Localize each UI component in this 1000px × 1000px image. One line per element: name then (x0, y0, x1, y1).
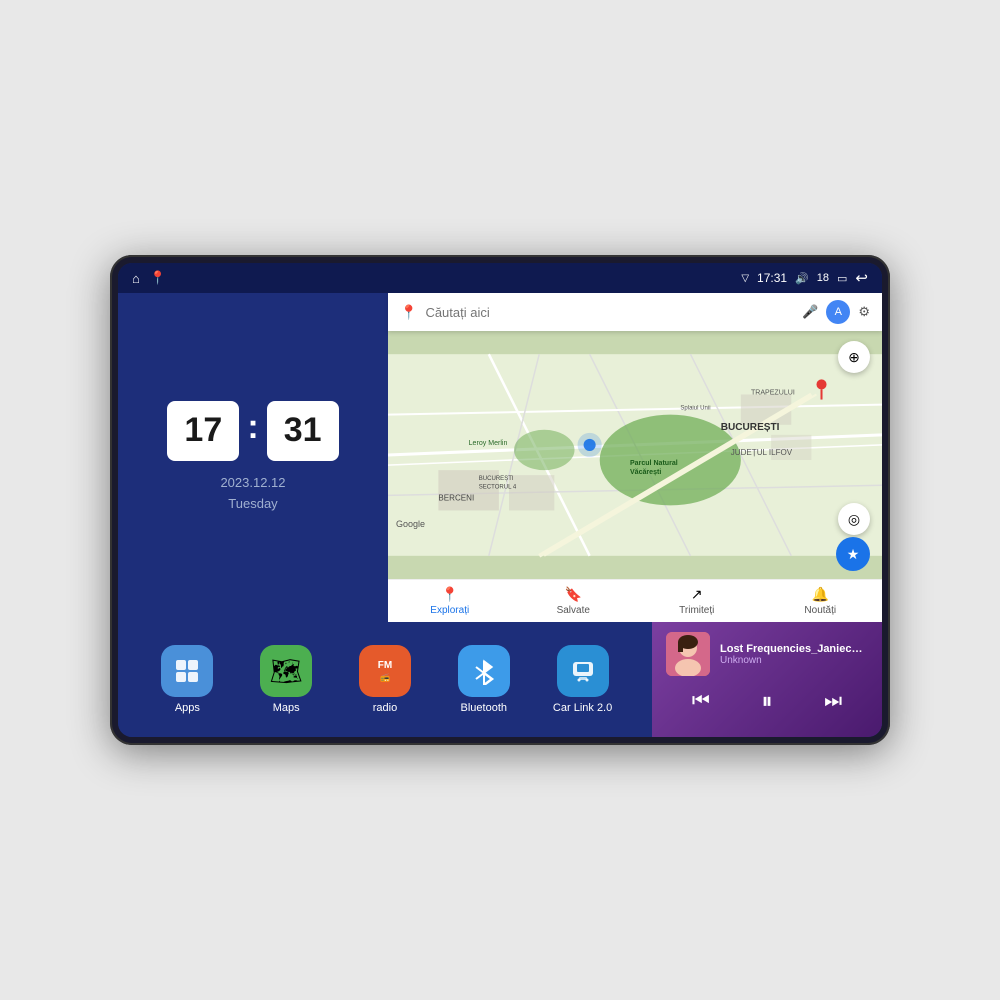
send-icon: ↗ (691, 586, 703, 603)
bottom-section: Apps 🗺 Maps FM 📻 radio (118, 622, 882, 737)
music-track-info: Lost Frequencies_Janieck Devy-... Unknow… (666, 632, 868, 676)
music-controls: ⏮ ⏸ ⏭ (666, 684, 868, 718)
back-icon[interactable]: ↩ (855, 269, 868, 287)
app-icon-maps[interactable]: 🗺 Maps (256, 645, 316, 714)
clock-widget: 17 : 31 2023.12.12 Tuesday (118, 293, 388, 622)
svg-text:BUCUREȘTI: BUCUREȘTI (721, 422, 780, 433)
svg-text:SECTORUL 4: SECTORUL 4 (479, 484, 517, 490)
settings-icon[interactable]: ⚙ (858, 304, 870, 320)
radio-icon: FM 📻 (359, 645, 411, 697)
radio-label: radio (373, 702, 397, 714)
map-navigate-btn[interactable]: ★ (836, 537, 870, 571)
volume-icon: 🔊 (795, 272, 809, 285)
battery-icon: ▭ (837, 272, 847, 285)
svg-text:BUCUREȘTI: BUCUREȘTI (479, 476, 514, 482)
clock-display: 17 : 31 (167, 401, 338, 461)
map-search-bar: 📍 🎤 A ⚙ (388, 293, 882, 331)
car-head-unit: ⌂ 📍 ▽ 17:31 🔊 18 ▭ ↩ 17 : (110, 255, 890, 745)
music-prev-btn[interactable]: ⏮ (688, 686, 714, 717)
news-icon: 🔔 (812, 586, 829, 603)
apps-label: Apps (175, 702, 200, 714)
apps-dock: Apps 🗺 Maps FM 📻 radio (118, 622, 652, 737)
google-watermark: Google (396, 519, 425, 529)
carlink-icon (557, 645, 609, 697)
carlink-label: Car Link 2.0 (553, 702, 612, 714)
top-section: 17 : 31 2023.12.12 Tuesday 📍 (118, 293, 882, 622)
home-icon[interactable]: ⌂ (132, 271, 140, 286)
saved-icon: 🔖 (565, 586, 582, 603)
svg-text:TRAPEZULUI: TRAPEZULUI (751, 390, 795, 397)
maps-label: Maps (273, 702, 300, 714)
svg-text:Văcărești: Văcărești (630, 469, 661, 476)
map-pin-icon: 📍 (400, 304, 417, 321)
app-icon-apps[interactable]: Apps (157, 645, 217, 714)
status-bar: ⌂ 📍 ▽ 17:31 🔊 18 ▭ ↩ (118, 263, 882, 293)
music-next-btn[interactable]: ⏭ (820, 686, 846, 717)
map-location-btn[interactable]: ◎ (838, 503, 870, 535)
music-track-artist: Unknown (720, 655, 868, 666)
saved-label: Salvate (557, 605, 590, 616)
news-label: Noutăți (804, 605, 836, 616)
map-bottom-nav: 📍 Explorați 🔖 Salvate ↗ Trimiteți 🔔 (388, 579, 882, 622)
music-track-title: Lost Frequencies_Janieck Devy-... (720, 643, 868, 655)
svg-text:BERCENI: BERCENI (438, 493, 474, 502)
map-search-icons: 🎤 A ⚙ (802, 300, 870, 324)
device-screen: ⌂ 📍 ▽ 17:31 🔊 18 ▭ ↩ 17 : (118, 263, 882, 737)
map-nav-news[interactable]: 🔔 Noutăți (790, 586, 850, 616)
svg-text:JUDEȚUL ILFOV: JUDEȚUL ILFOV (731, 448, 793, 457)
map-canvas: BUCUREȘTI JUDEȚUL ILFOV TRAPEZULUI BERCE… (388, 331, 882, 579)
svg-text:Parcul Natural: Parcul Natural (630, 460, 678, 467)
app-icon-bluetooth[interactable]: Bluetooth (454, 645, 514, 714)
main-content: 17 : 31 2023.12.12 Tuesday 📍 (118, 293, 882, 737)
voice-search-icon[interactable]: 🎤 (802, 304, 818, 320)
map-search-input[interactable] (425, 305, 794, 320)
signal-icon: ▽ (741, 273, 749, 284)
app-icon-carlink[interactable]: Car Link 2.0 (553, 645, 613, 714)
map-nav-explore[interactable]: 📍 Explorați (420, 586, 480, 616)
music-player: Lost Frequencies_Janieck Devy-... Unknow… (652, 622, 882, 737)
svg-text:Leroy Merlin: Leroy Merlin (469, 440, 508, 447)
clock-minute: 31 (267, 401, 339, 461)
user-avatar[interactable]: A (826, 300, 850, 324)
svg-text:Splaiul Unii: Splaiul Unii (680, 406, 710, 412)
explore-icon: 📍 (441, 586, 458, 603)
battery-level: 18 (817, 272, 829, 284)
status-time: 17:31 (757, 271, 787, 285)
maps-icon: 🗺 (260, 645, 312, 697)
map-compass-btn[interactable]: ⊕ (838, 341, 870, 373)
clock-colon: : (247, 408, 258, 447)
map-section: 📍 🎤 A ⚙ (388, 293, 882, 622)
status-right-info: ▽ 17:31 🔊 18 ▭ ↩ (741, 269, 868, 287)
send-label: Trimiteți (679, 605, 714, 616)
status-left-icons: ⌂ 📍 (132, 270, 166, 286)
music-album-art (666, 632, 710, 676)
map-nav-send[interactable]: ↗ Trimiteți (667, 586, 727, 616)
clock-hour: 17 (167, 401, 239, 461)
music-track-text: Lost Frequencies_Janieck Devy-... Unknow… (720, 643, 868, 666)
map-nav-saved[interactable]: 🔖 Salvate (543, 586, 603, 616)
bluetooth-icon (458, 645, 510, 697)
maps-shortcut-icon[interactable]: 📍 (150, 270, 166, 286)
clock-date: 2023.12.12 Tuesday (220, 473, 285, 515)
music-play-pause-btn[interactable]: ⏸ (757, 684, 776, 718)
app-icon-radio[interactable]: FM 📻 radio (355, 645, 415, 714)
apps-icon (161, 645, 213, 697)
bluetooth-label: Bluetooth (461, 702, 507, 714)
explore-label: Explorați (430, 605, 469, 616)
